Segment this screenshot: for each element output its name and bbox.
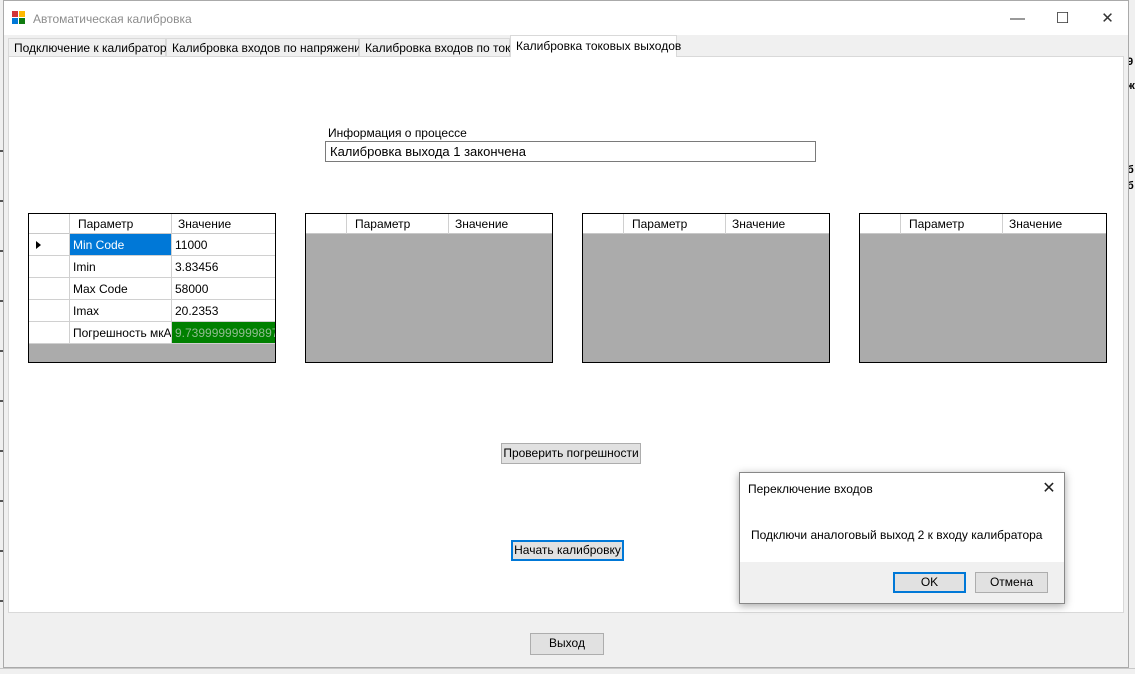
row-header[interactable] xyxy=(29,322,70,344)
close-icon: ✕ xyxy=(1042,480,1056,497)
switch-inputs-dialog: Переключение входов ✕ Подключи аналоговы… xyxy=(739,472,1065,604)
tab-current-output-calibration[interactable]: Калибровка токовых выходов xyxy=(510,35,681,57)
table-row[interactable]: Imin 3.83456 xyxy=(29,256,275,278)
close-button[interactable]: ✕ xyxy=(1085,1,1130,35)
tab-calibrator-connection[interactable]: Подключение к калибратору xyxy=(8,38,172,57)
column-header-value[interactable]: Значение xyxy=(172,214,275,234)
check-errors-button[interactable]: Проверить погрешности xyxy=(501,443,641,464)
output-3-grid[interactable]: Параметр Значение xyxy=(582,213,830,363)
row-header-corner xyxy=(29,214,70,234)
dialog-body: Подключи аналоговый выход 2 к входу кали… xyxy=(740,503,1064,562)
parameter-cell[interactable]: Imax xyxy=(70,300,172,322)
process-info-field[interactable]: Калибровка выхода 1 закончена xyxy=(325,141,816,162)
column-header-parameter[interactable]: Параметр xyxy=(70,214,172,234)
column-header-parameter[interactable]: Параметр xyxy=(347,214,449,234)
column-header-value[interactable]: Значение xyxy=(726,214,829,234)
column-header-parameter[interactable]: Параметр xyxy=(624,214,726,234)
tab-current-input-calibration[interactable]: Калибровка входов по току xyxy=(359,38,516,57)
value-cell[interactable]: 3.83456 xyxy=(172,256,275,278)
table-row[interactable]: Min Code 11000 xyxy=(29,234,275,256)
row-header-corner xyxy=(860,214,901,234)
app-icon xyxy=(12,11,26,25)
current-row-arrow-icon xyxy=(36,241,41,249)
row-header[interactable] xyxy=(29,278,70,300)
process-info-label: Информация о процессе xyxy=(328,126,467,140)
exit-button[interactable]: Выход xyxy=(530,633,604,655)
maximize-button[interactable]: ☐ xyxy=(1040,1,1085,35)
window-title: Автоматическая калибровка xyxy=(33,12,192,26)
grid-header: Параметр Значение xyxy=(860,214,1106,234)
value-cell[interactable]: 11000 xyxy=(172,234,275,256)
column-header-value[interactable]: Значение xyxy=(1003,214,1106,234)
dialog-cancel-button[interactable]: Отмена xyxy=(975,572,1048,593)
table-row[interactable]: Imax 20.2353 xyxy=(29,300,275,322)
value-cell-pass[interactable]: 9.73999999999897 xyxy=(172,322,275,344)
column-header-parameter[interactable]: Параметр xyxy=(901,214,1003,234)
grid-header: Параметр Значение xyxy=(29,214,275,234)
grid-header: Параметр Значение xyxy=(583,214,829,234)
minimize-icon: — xyxy=(1010,9,1025,27)
background-window-bottom-edge xyxy=(0,668,1135,674)
output-2-grid[interactable]: Параметр Значение xyxy=(305,213,553,363)
output-4-grid[interactable]: Параметр Значение xyxy=(859,213,1107,363)
title-bar[interactable]: Автоматическая калибровка — ☐ ✕ xyxy=(4,1,1128,35)
dialog-title: Переключение входов xyxy=(748,482,873,496)
value-cell[interactable]: 58000 xyxy=(172,278,275,300)
grid-header: Параметр Значение xyxy=(306,214,552,234)
row-header[interactable] xyxy=(29,300,70,322)
tab-voltage-input-calibration[interactable]: Калибровка входов по напряжению xyxy=(166,38,370,57)
minimize-button[interactable]: — xyxy=(995,1,1040,35)
column-header-value[interactable]: Значение xyxy=(449,214,552,234)
dialog-title-bar[interactable]: Переключение входов ✕ xyxy=(740,473,1064,503)
row-header[interactable] xyxy=(29,256,70,278)
row-header[interactable] xyxy=(29,234,70,256)
parameter-cell[interactable]: Погрешность мкА xyxy=(70,322,172,344)
start-calibration-button[interactable]: Начать калибровку xyxy=(511,540,624,561)
close-icon: ✕ xyxy=(1101,10,1114,27)
dialog-ok-button[interactable]: OK xyxy=(893,572,966,593)
tab-strip: Подключение к калибратору Калибровка вхо… xyxy=(8,35,1124,57)
parameter-cell[interactable]: Max Code xyxy=(70,278,172,300)
output-1-grid[interactable]: Параметр Значение Min Code 11000 Imin 3.… xyxy=(28,213,276,363)
parameter-cell[interactable]: Imin xyxy=(70,256,172,278)
parameter-cell[interactable]: Min Code xyxy=(70,234,172,256)
row-header-corner xyxy=(583,214,624,234)
dialog-message: Подключи аналоговый выход 2 к входу кали… xyxy=(751,528,1043,542)
maximize-icon: ☐ xyxy=(1055,10,1070,27)
table-row[interactable]: Max Code 58000 xyxy=(29,278,275,300)
row-header-corner xyxy=(306,214,347,234)
dialog-close-button[interactable]: ✕ xyxy=(1034,473,1064,503)
value-cell[interactable]: 20.2353 xyxy=(172,300,275,322)
table-row[interactable]: Погрешность мкА 9.73999999999897 xyxy=(29,322,275,344)
